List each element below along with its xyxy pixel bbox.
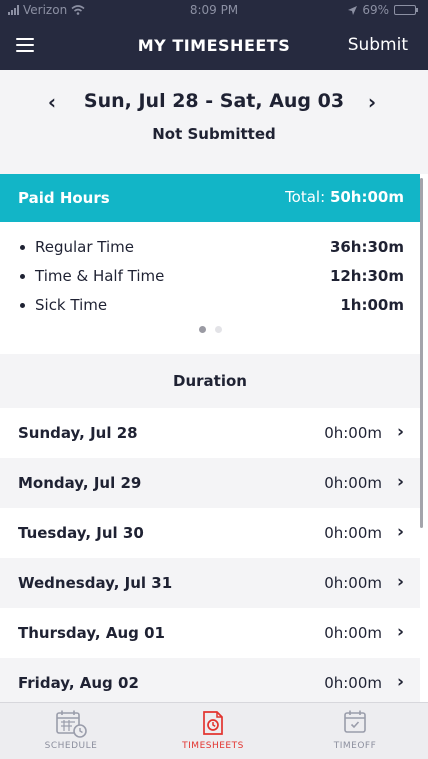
day-name: Thursday, Aug 01 — [18, 624, 165, 642]
tab-bar: SCHEDULE TIMESHEETS TIMEOFF — [0, 702, 428, 759]
hours-item: Regular Time 36h:30m — [0, 234, 420, 258]
hours-item-value: 12h:30m — [329, 267, 404, 285]
hours-item: Time & Half Time 12h:30m — [0, 263, 420, 287]
submission-status: Not Submitted — [152, 125, 276, 143]
duration-header: Duration — [0, 354, 420, 408]
tab-label: SCHEDULE — [44, 741, 98, 751]
paid-hours-header: Paid Hours Total: 50h:00m — [0, 174, 420, 222]
scrollbar[interactable] — [420, 178, 423, 528]
total-value: 50h:00m — [329, 188, 404, 206]
hours-item-label: Sick Time — [35, 296, 108, 314]
timesheet-icon — [203, 711, 223, 735]
hours-item-label: Time & Half Time — [35, 267, 165, 285]
hours-item-value: 1h:00m — [340, 296, 404, 314]
day-name: Tuesday, Jul 30 — [18, 524, 144, 542]
day-name: Sunday, Jul 28 — [18, 424, 138, 442]
status-right: 69% — [348, 3, 418, 17]
tab-label: TIMESHEETS — [182, 741, 244, 751]
app-header: Verizon 8:09 PM 69% MY TIMESHEETS Submit — [0, 0, 428, 70]
page-dot[interactable] — [214, 326, 222, 333]
tab-label: TIMEOFF — [333, 741, 377, 751]
hours-item: Sick Time 1h:00m — [0, 292, 420, 316]
day-row[interactable]: Wednesday, Jul 31 0h:00m › — [0, 558, 420, 608]
paid-hours-title: Paid Hours — [18, 189, 110, 207]
day-duration: 0h:00m — [324, 474, 382, 492]
chevron-right-icon: › — [396, 522, 404, 542]
location-icon — [348, 5, 358, 15]
total-label: Total: — [285, 188, 326, 206]
bullet-icon — [20, 244, 25, 250]
day-row[interactable]: Tuesday, Jul 30 0h:00m › — [0, 508, 420, 558]
day-duration: 0h:00m — [324, 674, 382, 692]
day-name: Wednesday, Jul 31 — [18, 574, 173, 592]
day-row[interactable]: Friday, Aug 02 0h:00m › — [0, 658, 420, 708]
bullet-icon — [20, 273, 25, 279]
tab-timesheets[interactable]: TIMESHEETS — [142, 703, 284, 759]
submit-button[interactable]: Submit — [348, 35, 408, 55]
day-name: Friday, Aug 02 — [18, 674, 139, 692]
chevron-right-icon: › — [396, 672, 404, 692]
day-row[interactable]: Thursday, Aug 01 0h:00m › — [0, 608, 420, 658]
chevron-right-icon: › — [396, 422, 404, 442]
day-row[interactable]: Monday, Jul 29 0h:00m › — [0, 458, 420, 508]
page-indicator[interactable] — [0, 326, 420, 333]
battery-percent: 69% — [362, 3, 389, 17]
paid-hours-total: Total: 50h:00m — [285, 188, 404, 206]
tab-timeoff[interactable]: TIMEOFF — [284, 703, 426, 759]
tab-schedule[interactable]: SCHEDULE — [0, 703, 142, 759]
duration-title: Duration — [173, 372, 247, 390]
page-dot-active[interactable] — [198, 326, 206, 333]
paid-hours-card[interactable]: Regular Time 36h:30m Time & Half Time 12… — [0, 222, 420, 352]
chevron-right-icon: › — [396, 572, 404, 592]
day-duration: 0h:00m — [324, 574, 382, 592]
week-selector: ‹ Sun, Jul 28 - Sat, Aug 03 › Not Submit… — [0, 70, 428, 174]
nav-row: MY TIMESHEETS Submit — [0, 22, 428, 70]
chevron-right-icon[interactable]: › — [362, 90, 382, 114]
calendar-clock-icon — [56, 710, 87, 738]
battery-icon — [394, 5, 418, 15]
day-name: Monday, Jul 29 — [18, 474, 142, 492]
bullet-icon — [20, 302, 25, 308]
status-bar: Verizon 8:09 PM 69% — [0, 0, 428, 22]
day-duration: 0h:00m — [324, 524, 382, 542]
hours-item-value: 36h:30m — [329, 238, 404, 256]
day-row[interactable]: Sunday, Jul 28 0h:00m › — [0, 408, 420, 458]
hours-item-label: Regular Time — [35, 238, 135, 256]
chevron-right-icon: › — [396, 472, 404, 492]
calendar-check-icon — [344, 710, 366, 733]
day-duration: 0h:00m — [324, 624, 382, 642]
day-duration: 0h:00m — [324, 424, 382, 442]
chevron-right-icon: › — [396, 622, 404, 642]
